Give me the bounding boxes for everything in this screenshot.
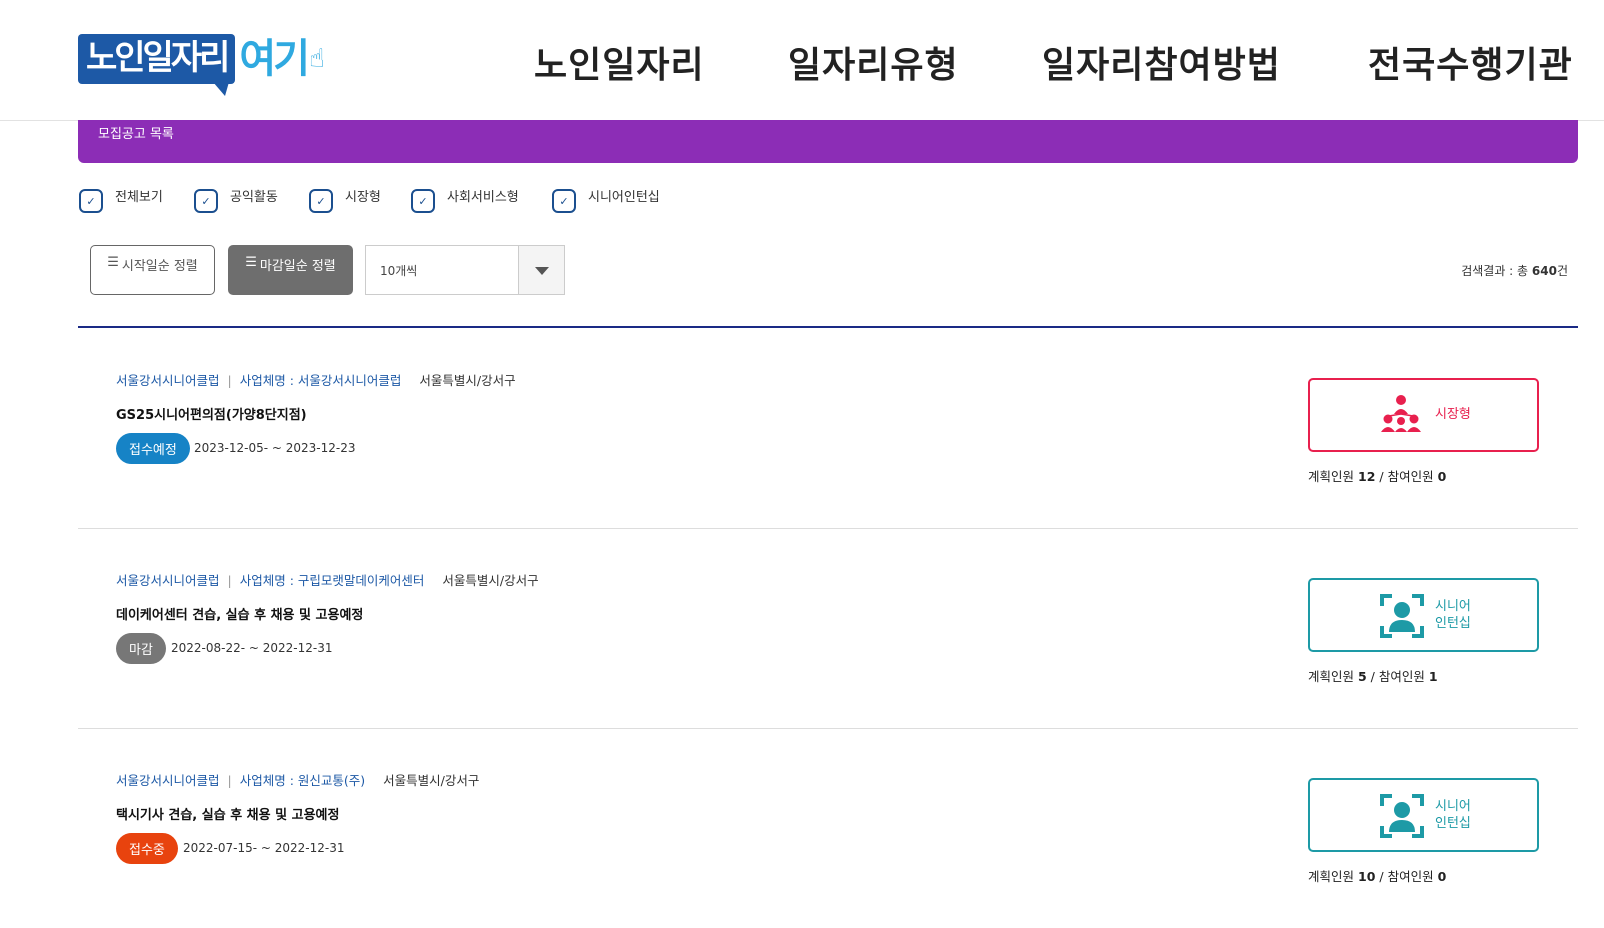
chevron-down-icon[interactable] xyxy=(518,246,564,294)
region: 서울특별시/강서구 xyxy=(442,573,539,588)
check-icon[interactable]: ✓ xyxy=(309,189,333,213)
person-frame-icon xyxy=(1380,794,1424,842)
region: 서울특별시/강서구 xyxy=(419,373,516,388)
listing-dates: 2023-12-05- ~ 2023-12-23 xyxy=(194,441,356,455)
job-type-box[interactable]: 시장형 xyxy=(1308,378,1539,452)
listing-dates: 2022-08-22- ~ 2022-12-31 xyxy=(171,641,333,655)
planned-count: 12 xyxy=(1358,469,1376,484)
list-item[interactable]: 서울강서시니어클럽 | 사업체명 : 서울강서시니어클럽 서울특별시/강서구 GS25… xyxy=(78,328,1578,529)
planned-label: 계획인원 xyxy=(1308,869,1355,884)
participant-counts: 계획인원 10 / 참여인원 0 xyxy=(1308,869,1447,884)
planned-label: 계획인원 xyxy=(1308,669,1355,684)
filter-social-service[interactable]: ✓ 사회서비스형 xyxy=(411,186,519,213)
filter-label: 공익활동 xyxy=(230,190,278,205)
status-badge: 접수중 xyxy=(116,833,178,864)
org-name[interactable]: 서울강서시니어클럽 xyxy=(116,373,220,388)
filter-market[interactable]: ✓ 시장형 xyxy=(309,186,381,213)
check-icon[interactable]: ✓ xyxy=(194,189,218,213)
job-type-box[interactable]: 시니어 인턴십 xyxy=(1308,778,1539,852)
check-icon[interactable]: ✓ xyxy=(411,189,435,213)
joined-label: 참여인원 xyxy=(1387,469,1434,484)
listing-meta: 서울강서시니어클럽 | 사업체명 : 구립모랫말데이케어센터 서울특별시/강서구 xyxy=(116,573,539,588)
joined-label: 참여인원 xyxy=(1378,669,1425,684)
org-name[interactable]: 서울강서시니어클럽 xyxy=(116,573,220,588)
region: 서울특별시/강서구 xyxy=(383,773,480,788)
job-type-label: 시장형 xyxy=(1435,407,1471,422)
company-name[interactable]: 사업체명 : 원신교통(주) xyxy=(240,773,365,788)
joined-count: 0 xyxy=(1437,869,1447,884)
listing-title[interactable]: 택시기사 견습, 실습 후 채용 및 고용예정 xyxy=(116,804,339,823)
job-type-line1: 시니어 xyxy=(1435,799,1471,814)
status-badge: 마감 xyxy=(116,633,166,664)
listing-title[interactable]: GS25시니어편의점(가양8단지점) xyxy=(116,404,307,423)
result-total: 640 xyxy=(1531,264,1557,278)
people-network-icon xyxy=(1380,394,1422,438)
org-name[interactable]: 서울강서시니어클럽 xyxy=(116,773,220,788)
list-item[interactable]: 서울강서시니어클럽 | 사업체명 : 원신교통(주) 서울특별시/강서구 택시기사 견… xyxy=(78,728,1578,928)
participant-counts: 계획인원 12 / 참여인원 0 xyxy=(1308,469,1447,484)
filter-label: 사회서비스형 xyxy=(447,190,519,205)
joined-label: 참여인원 xyxy=(1387,869,1434,884)
filter-label: 시장형 xyxy=(345,190,381,205)
joined-count: 1 xyxy=(1428,669,1438,684)
job-type-label: 시니어 인턴십 xyxy=(1435,798,1471,832)
filter-group: ✓ 전체보기 ✓ 공익활동 ✓ 시장형 ✓ 사회서비스형 ✓ 시니어인턴십 xyxy=(0,186,1604,216)
listing-meta: 서울강서시니어클럽 | 사업체명 : 원신교통(주) 서울특별시/강서구 xyxy=(116,773,480,788)
site-header: 노인일자리 여기 ☝ 노인일자리 일자리유형 일자리참여방법 전국수행기관 xyxy=(0,0,1604,121)
page-size-select[interactable]: 10개씩 xyxy=(365,245,565,295)
joined-count: 0 xyxy=(1437,469,1447,484)
planned-count: 5 xyxy=(1358,669,1367,684)
planned-label: 계획인원 xyxy=(1308,469,1355,484)
planned-count: 10 xyxy=(1358,869,1376,884)
list-icon: ☰ xyxy=(245,255,257,270)
participant-counts: 계획인원 5 / 참여인원 1 xyxy=(1308,669,1438,684)
result-count: 검색결과 : 총 640건 xyxy=(1461,262,1568,279)
filter-label: 전체보기 xyxy=(115,190,163,205)
filter-senior-intern[interactable]: ✓ 시니어인턴십 xyxy=(552,186,660,213)
nav-item-how-to-join[interactable]: 일자리참여방법 xyxy=(1042,36,1281,88)
person-frame-icon xyxy=(1380,594,1424,642)
job-type-box[interactable]: 시니어 인턴십 xyxy=(1308,578,1539,652)
job-type-line1: 시니어 xyxy=(1435,599,1471,614)
filter-public[interactable]: ✓ 공익활동 xyxy=(194,186,278,213)
job-type-line2: 인턴십 xyxy=(1435,616,1471,631)
status-badge: 접수예정 xyxy=(116,433,190,464)
nav-item-senior-jobs[interactable]: 노인일자리 xyxy=(534,36,705,88)
list-icon: ☰ xyxy=(107,255,119,270)
job-type-label: 시니어 인턴십 xyxy=(1435,598,1471,632)
filter-label: 시니어인턴십 xyxy=(588,190,660,205)
check-icon[interactable]: ✓ xyxy=(552,189,576,213)
result-suffix: 건 xyxy=(1556,264,1568,278)
filter-all[interactable]: ✓ 전체보기 xyxy=(79,186,163,213)
page-size-value: 10개씩 xyxy=(380,264,418,278)
job-type-line2: 인턴십 xyxy=(1435,816,1471,831)
check-icon[interactable]: ✓ xyxy=(79,189,103,213)
sort-end-label: 마감일순 정렬 xyxy=(259,259,336,274)
sort-by-start-button[interactable]: ☰ 시작일순 정렬 xyxy=(90,245,215,295)
sort-start-label: 시작일순 정렬 xyxy=(121,259,198,274)
nav-item-job-types[interactable]: 일자리유형 xyxy=(788,36,959,88)
main-nav: 노인일자리 일자리유형 일자리참여방법 전국수행기관 xyxy=(0,36,1604,86)
nav-item-agencies[interactable]: 전국수행기관 xyxy=(1368,36,1573,88)
listing-meta: 서울강서시니어클럽 | 사업체명 : 서울강서시니어클럽 서울특별시/강서구 xyxy=(116,373,516,388)
sort-by-end-button[interactable]: ☰ 마감일순 정렬 xyxy=(228,245,353,295)
company-name[interactable]: 사업체명 : 구립모랫말데이케어센터 xyxy=(240,573,425,588)
section-bar: 모집공고 목록 xyxy=(78,120,1578,163)
list-item[interactable]: 서울강서시니어클럽 | 사업체명 : 구립모랫말데이케어센터 서울특별시/강서구 데이… xyxy=(78,528,1578,729)
result-prefix: 검색결과 : 총 xyxy=(1461,264,1532,278)
listing-title[interactable]: 데이케어센터 견습, 실습 후 채용 및 고용예정 xyxy=(116,604,363,623)
listing-dates: 2022-07-15- ~ 2022-12-31 xyxy=(183,841,345,855)
company-name[interactable]: 사업체명 : 서울강서시니어클럽 xyxy=(240,373,402,388)
section-bar-title: 모집공고 목록 xyxy=(98,127,174,142)
